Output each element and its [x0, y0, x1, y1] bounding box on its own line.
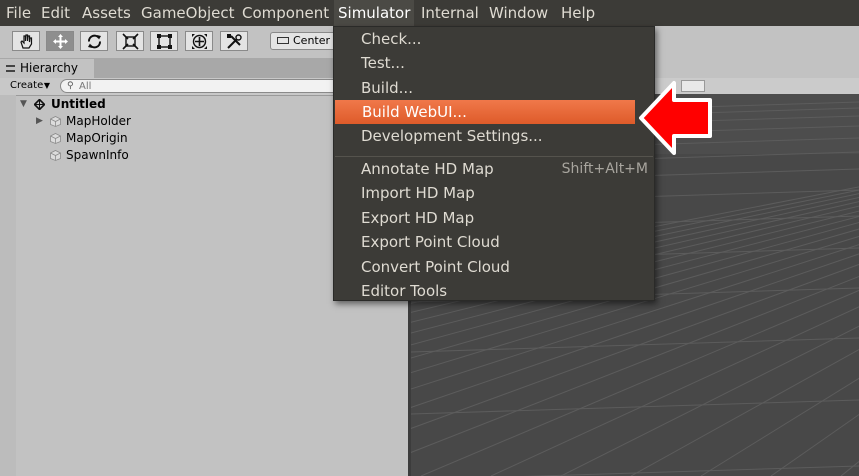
create-label: Create [10, 80, 44, 91]
menu-item-build-webui[interactable]: Build WebUI... [335, 100, 635, 124]
foldout-expanded-icon[interactable]: ▼ [20, 96, 27, 113]
menu-component[interactable]: Component [242, 0, 329, 26]
foldout-collapsed-icon[interactable]: ▶ [36, 113, 43, 130]
pivot-icon [277, 37, 289, 44]
gameobject-icon [50, 150, 61, 161]
menu-file[interactable]: File [6, 0, 31, 26]
scene-name: Untitled [51, 97, 106, 111]
menu-item-label: Annotate HD Map [361, 160, 494, 178]
hierarchy-item-label: MapOrigin [66, 131, 128, 145]
hand-icon [20, 34, 33, 49]
menu-gameobject[interactable]: GameObject [141, 0, 235, 26]
callout-arrow-icon [639, 81, 712, 155]
pivot-label: Center [293, 34, 331, 47]
menu-help[interactable]: Help [561, 0, 595, 26]
search-input[interactable] [79, 80, 339, 92]
move-arrows-icon [53, 34, 68, 49]
rect-tool-button[interactable] [150, 31, 178, 51]
menu-window[interactable]: Window [489, 0, 548, 26]
menu-item-export-hd-map[interactable]: Export HD Map [334, 206, 654, 230]
gameobject-icon [50, 116, 61, 127]
gameobject-icon [50, 133, 61, 144]
hierarchy-search: ⚲ [60, 79, 350, 93]
chevron-down-icon: ▼ [43, 81, 50, 90]
menu-simulator[interactable]: Simulator [334, 0, 415, 26]
menu-assets[interactable]: Assets [82, 0, 131, 26]
scale-tool-button[interactable] [116, 31, 144, 51]
shortcut-label: Shift+Alt+M [561, 161, 648, 177]
menu-item-test[interactable]: Test... [334, 51, 654, 75]
menu-internal[interactable]: Internal [421, 0, 479, 26]
rotate-tool-button[interactable] [80, 31, 108, 51]
menu-item-development-settings[interactable]: Development Settings... [334, 124, 654, 148]
hand-tool-button[interactable] [12, 31, 40, 51]
menu-item-annotate-hd-map[interactable]: Annotate HD Map Shift+Alt+M [334, 157, 654, 181]
hierarchy-gutter [0, 95, 16, 476]
menu-item-check[interactable]: Check... [334, 27, 654, 51]
tab-hierarchy-label: Hierarchy [20, 61, 79, 75]
hierarchy-item-label: MapHolder [66, 114, 131, 128]
menu-item-export-point-cloud[interactable]: Export Point Cloud [334, 230, 654, 254]
rotate-icon [88, 34, 101, 49]
pivot-center-button[interactable]: Center [270, 32, 340, 50]
rect-transform-icon [157, 34, 172, 49]
transform-icon [192, 34, 207, 49]
transform-tool-button[interactable] [185, 31, 213, 51]
move-tool-button[interactable] [46, 31, 74, 51]
menu-item-import-hd-map[interactable]: Import HD Map [334, 181, 654, 205]
scale-icon [122, 33, 139, 50]
custom-tool-button[interactable] [220, 31, 248, 51]
simulator-dropdown-menu: Check... Test... Build... Build WebUI...… [333, 26, 655, 301]
unity-scene-icon [34, 99, 45, 110]
tab-hierarchy[interactable]: Hierarchy [0, 59, 94, 78]
menu-bar: File Edit Assets GameObject Component Si… [0, 0, 859, 26]
menu-item-convert-point-cloud[interactable]: Convert Point Cloud [334, 255, 654, 279]
menu-item-build[interactable]: Build... [334, 76, 654, 100]
list-icon [6, 65, 15, 72]
menu-edit[interactable]: Edit [41, 0, 70, 26]
menu-item-editor-tools[interactable]: Editor Tools [334, 279, 654, 303]
hierarchy-item-label: SpawnInfo [66, 148, 129, 162]
create-button[interactable]: Create ▼ [4, 79, 52, 93]
tools-icon [227, 34, 242, 49]
search-icon: ⚲ [67, 81, 74, 91]
